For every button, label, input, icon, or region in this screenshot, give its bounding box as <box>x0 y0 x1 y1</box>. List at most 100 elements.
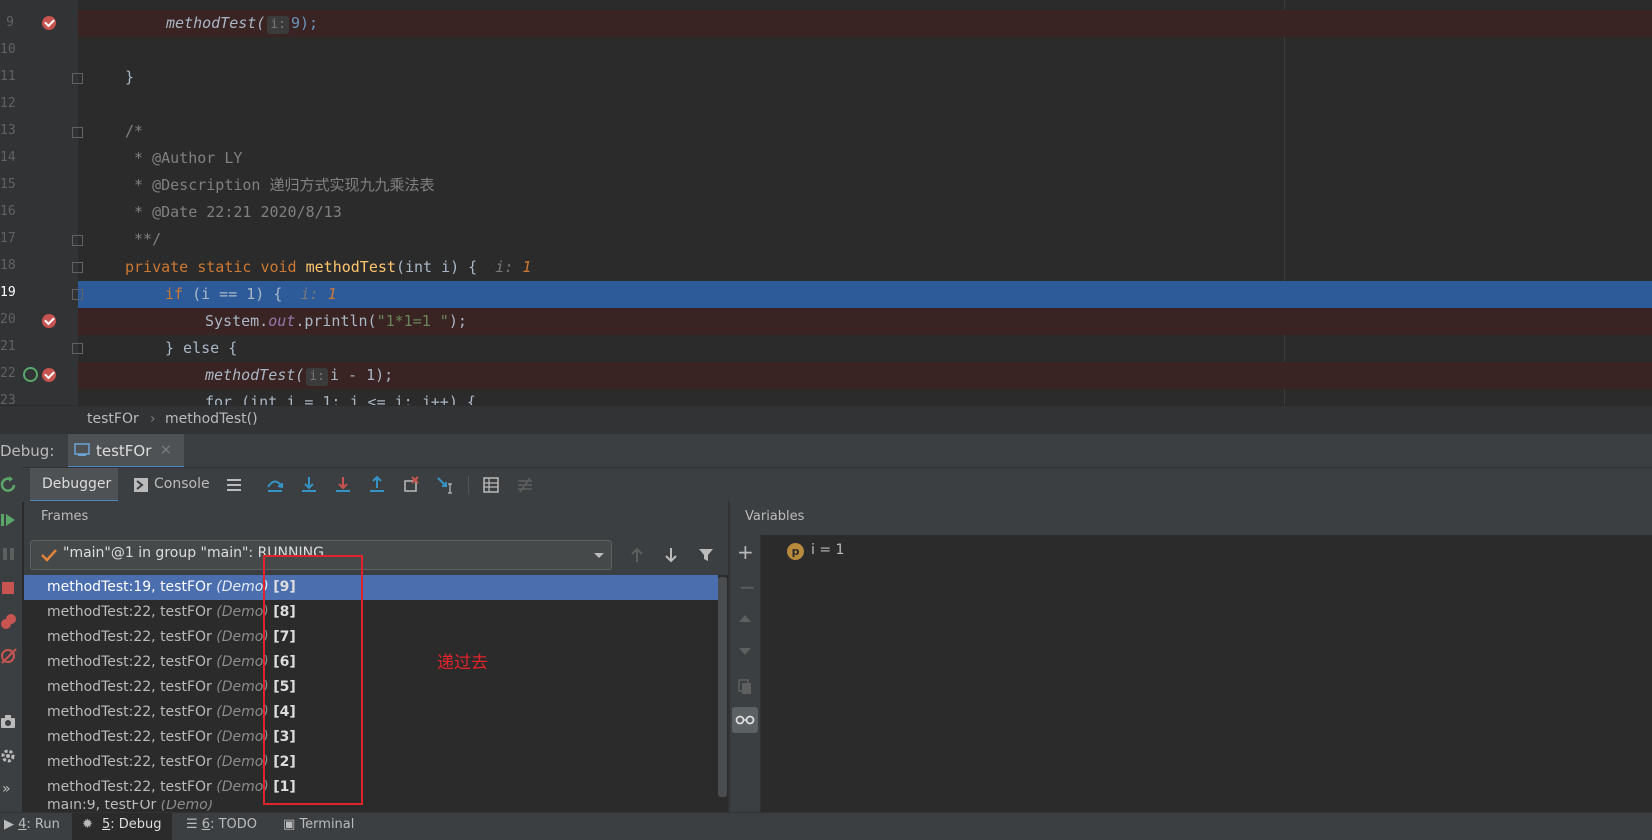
remove-watch-icon[interactable]: − <box>739 575 756 599</box>
tab-debugger[interactable]: Debugger <box>30 468 118 502</box>
code-line-14[interactable]: * @Author LY <box>78 145 1652 172</box>
code-line-16[interactable]: * @Date 22:21 2020/8/13 <box>78 199 1652 226</box>
breadcrumb: testFOr › methodTest() <box>0 405 1652 434</box>
code-line-17[interactable]: **/ <box>78 226 1652 253</box>
code-line-11[interactable]: } <box>78 64 1652 91</box>
line-number: 22 <box>0 366 16 381</box>
frame-row[interactable]: methodTest:22, testFOr (Demo) [6] <box>24 650 718 675</box>
pause-icon[interactable] <box>0 545 18 563</box>
line-number: 17 <box>0 231 16 246</box>
trace-icon[interactable] <box>516 476 534 494</box>
window-icon <box>74 443 90 456</box>
step-into-icon[interactable] <box>300 476 318 494</box>
move-up-icon[interactable] <box>738 613 752 623</box>
frame-row[interactable]: methodTest:22, testFOr (Demo) [4] <box>24 700 718 725</box>
code-line-9[interactable]: methodTest(i: 9); <box>78 10 1652 37</box>
frame-row[interactable]: methodTest:22, testFOr (Demo) [3] <box>24 725 718 750</box>
frame-location: methodTest:22, testFOr <box>47 754 217 770</box>
camera-icon[interactable] <box>0 713 18 731</box>
tab-debug-session[interactable]: testFOr × <box>68 434 184 468</box>
tab-debug[interactable]: ✹ 5: Debug <box>72 813 172 840</box>
code-line-18[interactable]: private static void methodTest(int i) { … <box>78 254 1652 281</box>
tab-console[interactable]: Console <box>134 468 214 502</box>
variable-value: i = 1 <box>811 542 845 558</box>
mute-breakpoints-icon[interactable] <box>0 647 18 665</box>
line-number: 11 <box>0 69 16 84</box>
frame-row[interactable]: methodTest:22, testFOr (Demo) [5] <box>24 675 718 700</box>
breakpoint-icon[interactable] <box>42 368 56 382</box>
force-step-into-icon[interactable] <box>334 476 352 494</box>
code-line-15[interactable]: * @Description 递归方式实现九九乘法表 <box>78 172 1652 199</box>
line-number: 14 <box>0 150 16 165</box>
fold-marker-icon[interactable] <box>72 127 83 138</box>
filter-icon[interactable] <box>698 547 714 563</box>
inline-value-label: i: <box>495 258 514 276</box>
code-line-22[interactable]: methodTest(i: i - 1); <box>78 362 1652 389</box>
tab-terminal[interactable]: ▣ Terminal <box>283 817 354 832</box>
code-editor[interactable]: methodTest(i: 9); 9 10 } 11 12 /* 13 * @A… <box>0 0 1652 405</box>
code-text: for (int j = 1; j <= i; j++) { <box>205 393 476 405</box>
fold-marker-icon[interactable] <box>72 343 83 354</box>
string-literal: "1*1=1 " <box>376 312 449 330</box>
frame-row[interactable]: methodTest:22, testFOr (Demo) [8] <box>24 600 718 625</box>
recursion-icon[interactable] <box>23 367 38 382</box>
fold-marker-icon[interactable] <box>72 262 83 273</box>
frame-location: main:9, testFOr <box>47 800 161 812</box>
static-field: out <box>268 312 296 330</box>
code-line-23[interactable]: for (int j = 1; j <= i; j++) { <box>78 389 1652 405</box>
drop-frame-icon[interactable] <box>402 476 420 494</box>
add-watch-icon[interactable]: + <box>737 540 754 564</box>
frame-class: (Demo) <box>216 779 269 795</box>
frames-scrollbar[interactable] <box>718 577 727 797</box>
variables-title: Variables <box>745 509 805 524</box>
show-execution-point-icon[interactable] <box>225 476 243 494</box>
code-line-21[interactable]: } else { <box>78 335 1652 362</box>
frame-location: methodTest:22, testFOr <box>47 779 217 795</box>
fold-marker-icon[interactable] <box>72 289 83 300</box>
line-number: 18 <box>0 258 16 273</box>
debug-actions-strip: » <box>0 467 22 812</box>
code-text: .println( <box>295 312 377 330</box>
line-number: 19 <box>0 285 16 300</box>
more-icon[interactable]: » <box>2 781 11 797</box>
code-text: } <box>125 68 135 86</box>
breadcrumb-method[interactable]: methodTest() <box>165 411 258 427</box>
show-watches-toggle[interactable] <box>732 707 758 733</box>
frame-row[interactable]: methodTest:22, testFOr (Demo) [1] <box>24 775 718 800</box>
frame-row[interactable]: methodTest:22, testFOr (Demo) [2] <box>24 750 718 775</box>
run-to-cursor-icon[interactable] <box>436 476 454 494</box>
close-icon[interactable]: × <box>160 442 172 458</box>
breakpoint-icon[interactable] <box>42 314 56 328</box>
settings-icon[interactable] <box>0 747 18 765</box>
breakpoint-icon[interactable] <box>42 16 56 30</box>
frame-row[interactable]: methodTest:22, testFOr (Demo) [7] <box>24 625 718 650</box>
fold-marker-icon[interactable] <box>72 235 83 246</box>
inline-value-label: i: <box>300 285 319 303</box>
stop-icon[interactable] <box>0 579 18 597</box>
line-number: 23 <box>0 393 16 405</box>
code-line-19-current[interactable]: if (i == 1) { i: 1 <box>78 281 1652 308</box>
step-out-icon[interactable] <box>368 476 386 494</box>
view-breakpoints-icon[interactable] <box>0 613 18 631</box>
code-line-20[interactable]: System.out.println("1*1=1 "); <box>78 308 1652 335</box>
variable-row[interactable]: p i = 1 <box>787 540 987 562</box>
inline-value: 1 <box>327 285 337 303</box>
breadcrumb-class[interactable]: testFOr <box>87 411 139 427</box>
copy-icon[interactable] <box>738 679 752 695</box>
code-line-13[interactable]: /* <box>78 118 1652 145</box>
frame-row[interactable]: main:9, testFOr (Demo) <box>24 800 718 812</box>
previous-frame-icon[interactable] <box>630 547 644 563</box>
annotation-highlight-box <box>263 555 363 805</box>
frame-row[interactable]: methodTest:19, testFOr (Demo) [9] <box>24 575 718 600</box>
evaluate-expression-icon[interactable] <box>482 476 500 494</box>
tab-run[interactable]: ▶ 4: Run <box>4 817 60 832</box>
fold-marker-icon[interactable] <box>72 73 83 84</box>
next-frame-icon[interactable] <box>664 547 678 563</box>
code-text: (i == 1) { <box>183 285 283 303</box>
tab-todo[interactable]: ☰ 6: TODO <box>186 817 257 832</box>
code-text: System. <box>205 312 269 330</box>
resume-icon[interactable] <box>0 511 18 529</box>
step-over-icon[interactable] <box>266 476 284 494</box>
rerun-icon[interactable] <box>0 476 18 494</box>
move-down-icon[interactable] <box>738 647 752 657</box>
